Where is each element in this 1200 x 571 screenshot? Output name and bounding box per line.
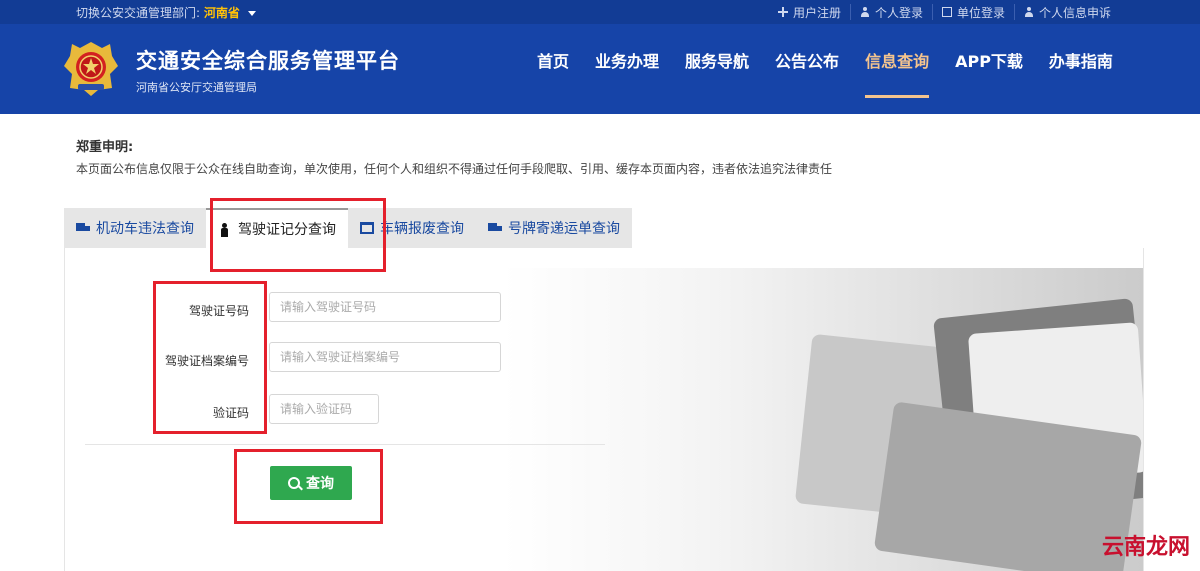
tab-vehicle-violation[interactable]: 机动车违法查询 (64, 208, 206, 248)
top-links: 用户注册 个人登录 单位登录 个人信息申诉 (769, 0, 1120, 24)
site-header: 交通安全综合服务管理平台 河南省公安厅交通管理局 首页 业务办理 服务导航 公告… (0, 24, 1200, 114)
nav-app-download[interactable]: APP下载 (942, 24, 1036, 114)
highlight-button-box (234, 449, 383, 524)
watermark-text: 云南龙网 (1101, 534, 1190, 560)
nav-guide[interactable]: 办事指南 (1036, 24, 1126, 114)
police-emblem-icon (64, 42, 118, 96)
nav-announcements[interactable]: 公告公布 (762, 24, 852, 114)
region-prefix: 切换公安交通管理部门: (76, 6, 201, 20)
main-nav: 首页 业务办理 服务导航 公告公布 信息查询 APP下载 办事指南 (524, 24, 1126, 114)
truck-icon (488, 222, 502, 234)
region-switcher[interactable]: 切换公安交通管理部门: 河南省 (76, 4, 256, 21)
caret-down-icon (247, 11, 256, 16)
register-link[interactable]: 用户注册 (769, 4, 850, 20)
file-number-input[interactable] (269, 342, 501, 372)
top-utility-bar: 切换公安交通管理部门: 河南省 用户注册 个人登录 单位登录 个人信息申诉 (0, 0, 1200, 24)
region-value: 河南省 (203, 6, 240, 20)
user-icon (1024, 7, 1034, 17)
document-icon (941, 7, 952, 17)
nav-business[interactable]: 业务办理 (582, 24, 672, 114)
notice-text: 本页面公布信息仅限于公众在线自助查询，单次使用，任何个人和组织不得通过任何手段爬… (76, 162, 833, 176)
user-icon (860, 7, 870, 17)
appeal-link[interactable]: 个人信息申诉 (1013, 4, 1120, 20)
nav-info-query[interactable]: 信息查询 (852, 24, 942, 114)
site-title: 交通安全综合服务管理平台 (136, 49, 400, 73)
truck-icon (76, 222, 90, 234)
personal-login-link[interactable]: 个人登录 (849, 4, 932, 20)
form-divider (85, 444, 605, 445)
highlight-labels-box (153, 281, 267, 434)
site-subtitle: 河南省公安厅交通管理局 (136, 81, 257, 94)
license-cards-background (503, 268, 1143, 571)
notice-title: 郑重申明: (76, 140, 134, 155)
plus-icon (777, 7, 788, 17)
nav-home[interactable]: 首页 (524, 24, 582, 114)
highlight-tab-box (210, 198, 386, 272)
license-number-input[interactable] (269, 292, 501, 322)
tab-plate-mail[interactable]: 号牌寄递运单查询 (476, 208, 632, 248)
unit-login-link[interactable]: 单位登录 (931, 4, 1014, 20)
captcha-input[interactable] (269, 394, 379, 424)
nav-service-guide[interactable]: 服务导航 (672, 24, 762, 114)
